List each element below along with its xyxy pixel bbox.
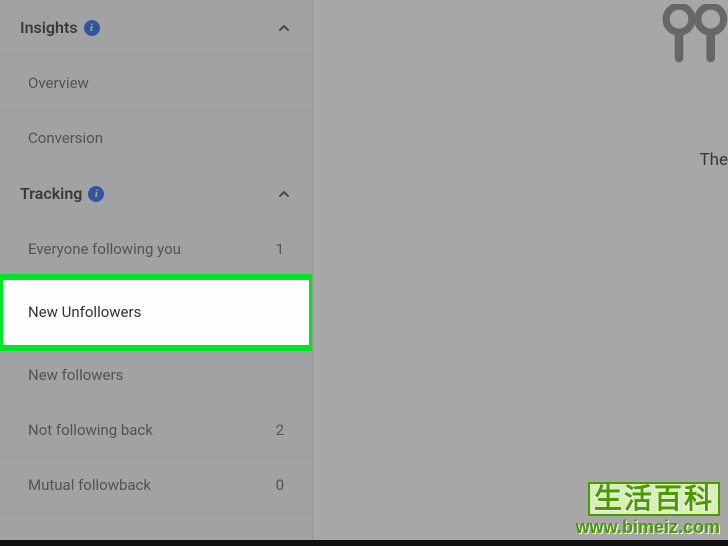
sidebar-item-overview[interactable]: Overview [0,56,312,111]
watermark-url: www.bimeiz.com [576,518,720,536]
sidebar-item-new-followers[interactable]: New followers [0,348,312,403]
watermark-text: 生活百科 [588,482,720,516]
sidebar-item-not-following-back[interactable]: Not following back 2 [0,403,312,458]
sidebar-item-label: New followers [28,366,123,384]
main-content: The [313,0,728,546]
sidebar-item-label: Conversion [28,129,103,147]
info-icon: i [88,186,104,202]
section-header-tracking[interactable]: Tracking i [0,166,312,222]
sidebar-item-count: 2 [276,421,284,439]
sidebar-item-new-unfollowers[interactable]: New Unfollowers [0,277,312,348]
settings-icon [656,4,728,74]
sidebar-item-label: Mutual followback [28,476,151,494]
sidebar-item-label: New Unfollowers [28,303,141,321]
section-title-tracking: Tracking [20,184,82,203]
sidebar-item-everyone-following[interactable]: Everyone following you 1 [0,222,312,277]
sidebar-item-label: Not following back [28,421,153,439]
sidebar-item-label: Overview [28,74,89,92]
chevron-up-icon [276,186,292,202]
bottom-bar [0,540,728,546]
sidebar-item-count: 1 [276,240,284,258]
sidebar-item-mutual-followback[interactable]: Mutual followback 0 [0,458,312,513]
section-header-insights[interactable]: Insights i [0,0,312,56]
main-partial-text: The [699,150,728,170]
watermark: 生活百科 www.bimeiz.com [576,482,720,536]
sidebar-item-label: Everyone following you [28,240,181,258]
info-icon: i [84,20,100,36]
sidebar-item-count: 0 [276,476,284,494]
section-title-insights: Insights [20,18,78,37]
sidebar: Insights i Overview Conversion Tracking … [0,0,313,546]
chevron-up-icon [276,20,292,36]
sidebar-item-conversion[interactable]: Conversion [0,111,312,166]
